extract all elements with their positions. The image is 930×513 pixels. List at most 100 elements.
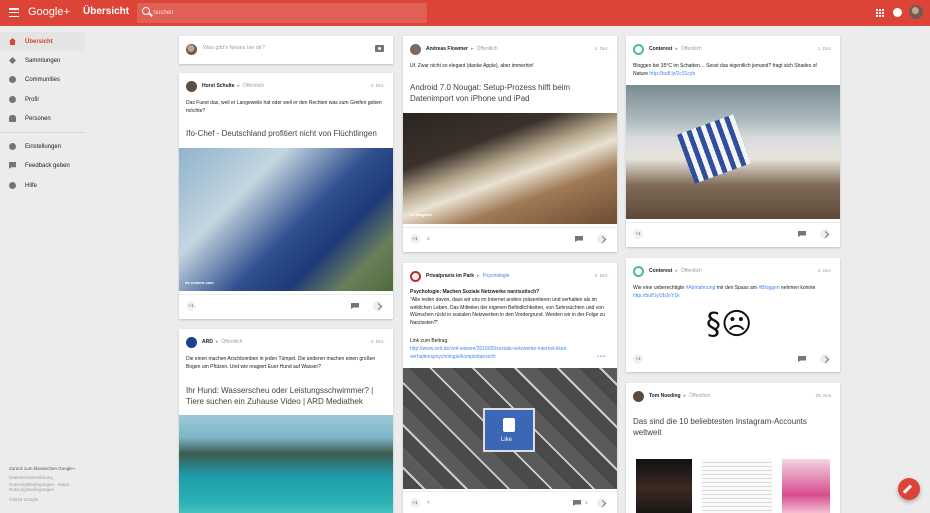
plus-one-button[interactable]: +1 [186,301,196,311]
post-text: Die einen machen Arschbomben in jeden Tü… [186,356,376,370]
hashtag-link[interactable]: #Abmahnung [686,285,716,291]
post-date[interactable]: 28. Nov. [816,393,832,398]
author-avatar[interactable] [410,270,421,282]
instagram-image-1[interactable] [636,459,692,513]
new-post-fab-button[interactable] [898,478,920,500]
plus-one-button[interactable]: +1 [633,354,643,364]
link-title[interactable]: Ifo-Chef - Deutschland profitiert nicht … [186,129,386,140]
image-source-label: t3n Magazin [409,212,432,217]
share-icon[interactable] [820,229,830,239]
share-icon[interactable] [597,234,607,244]
plus-one-button[interactable]: +1 [633,229,643,239]
post-date[interactable]: 2. Dez. [595,273,609,278]
link-title[interactable]: Ihr Hund: Wasserscheu oder Leistungsschw… [186,386,386,407]
sidebar-item-settings[interactable]: Einstellungen [0,137,85,156]
share-icon[interactable] [597,498,607,508]
link-title[interactable]: Android 7.0 Nougat: Setup-Prozess hilft … [410,83,610,104]
comment-icon[interactable] [573,500,581,506]
link-preview-image[interactable]: de.reuters.com [179,148,393,291]
link-preview-image[interactable]: t3n Magazin [403,113,617,224]
search-input[interactable] [153,6,413,20]
author-name[interactable]: Privatpraxis im Park [426,273,474,279]
author-name[interactable]: Tom Noeding [649,393,681,399]
post-header: Conterest ▸ Öffentlich [633,265,702,277]
hashtag-link[interactable]: #Bloggen [758,285,779,291]
post-date[interactable]: 1. Dez. [818,46,832,51]
author-name[interactable]: Andreas Flowmer [426,46,468,52]
sidebar-item-overview[interactable]: Übersicht [0,32,85,51]
google-plus-logo[interactable]: Google+ [28,6,70,18]
plus-one-button[interactable]: +1 [410,498,420,508]
post-date[interactable]: 3. Dez. [818,268,832,273]
chevron-right-icon: ▸ [237,83,241,89]
sidebar-item-feedback[interactable]: Feedback geben [0,156,85,175]
comment-icon[interactable] [798,356,806,362]
classic-google-plus-link[interactable]: Zurück zum klassischen Google+ [9,466,75,471]
author-avatar[interactable] [633,43,644,55]
post-card-horst-schulte: Horst Schulte ▸ Öffentlich 4. Dez. Das F… [179,73,393,319]
author-name[interactable]: Horst Schulte [202,83,235,89]
striped-bag [676,114,752,184]
instagram-image-2[interactable] [782,459,830,513]
sidebar-item-profile[interactable]: Profil [0,90,85,109]
more-options-icon[interactable]: • • • [597,354,605,362]
search-icon[interactable] [142,7,150,15]
chevron-right-icon: ▸ [215,339,219,345]
sidebar-item-label: Feedback geben [25,162,70,169]
author-name[interactable]: Conterest [649,268,672,274]
post-text-part: Wie eine unberechtigte [633,285,685,291]
sidebar-item-help[interactable]: Hilfe [0,176,85,195]
sidebar-item-label: Communities [25,76,61,83]
post-link[interactable]: http://buff.ly/2bJoY1k [633,293,680,299]
hamburger-menu-icon[interactable] [9,8,19,17]
author-avatar[interactable] [186,80,197,92]
sidebar-nav: Übersicht Sammlungen Communities Profil … [0,26,145,513]
post-date[interactable]: 4. Dez. [371,83,385,88]
sidebar-item-collections[interactable]: Sammlungen [0,51,85,70]
post-link[interactable]: http://www.zeit.de/zeit-wissen/2016/05/s… [410,346,590,361]
camera-icon[interactable] [375,45,384,52]
comment-icon[interactable] [575,236,583,242]
author-avatar[interactable] [633,265,644,277]
post-image[interactable]: Like [403,368,617,489]
post-date[interactable]: 3. Dez. [371,339,385,344]
share-icon[interactable] [373,301,383,311]
author-avatar[interactable] [633,390,644,402]
plus-one-button[interactable]: +1 [410,234,420,244]
post-header: Horst Schulte ▸ Öffentlich [186,80,264,92]
post-link[interactable]: http://buff.ly/2c31cyb [649,71,695,77]
post-text: Bloggen bei 35°C im Schatten… Sesst das … [633,63,833,78]
comment-icon[interactable] [351,303,359,309]
author-name[interactable]: Conterest [649,46,672,52]
chevron-right-icon: ▸ [675,268,678,274]
sidebar-item-communities[interactable]: Communities [0,70,85,89]
post-text: Uf. Zwar nicht so elegant (danke Apple),… [410,63,534,69]
paragraph-sad-face-image[interactable]: §☹ [706,308,752,342]
comment-icon[interactable] [798,231,806,237]
link-title[interactable]: Das sind die 10 beliebtesten Instagram-A… [633,417,833,438]
chevron-right-icon: ▸ [683,393,687,399]
apps-grid-icon[interactable] [876,9,884,17]
post-date[interactable]: 4. Dez. [595,46,609,51]
composer-input[interactable]: Was gibt's Neues bei dir? [203,45,265,51]
composer-avatar [186,44,197,55]
instagram-list-image[interactable] [702,459,772,513]
notifications-icon[interactable] [893,8,902,17]
author-avatar[interactable] [410,43,421,55]
link-preview-image[interactable] [179,415,393,513]
link-label: Link zum Beitrag: [410,338,449,344]
sidebar-item-label: Sammlungen [25,57,61,64]
author-avatar[interactable] [186,336,197,348]
post-composer[interactable]: Was gibt's Neues bei dir? [179,36,393,64]
share-icon[interactable] [820,354,830,364]
post-text: Wie eine unberechtigte #Abmahnung mir de… [633,285,833,300]
post-image[interactable] [626,85,840,219]
author-name[interactable]: ARD [202,339,213,345]
terms-link[interactable]: Nutzungsbedingungen · Maps-Nutzungsbedin… [9,482,89,492]
post-community[interactable]: Psychologie [483,273,510,279]
search-box[interactable] [137,3,427,23]
account-avatar[interactable] [909,5,923,19]
sidebar-item-people[interactable]: Personen [0,109,85,128]
feedback-icon [9,162,16,169]
privacy-link[interactable]: Datenschutzerklärung [9,475,53,480]
